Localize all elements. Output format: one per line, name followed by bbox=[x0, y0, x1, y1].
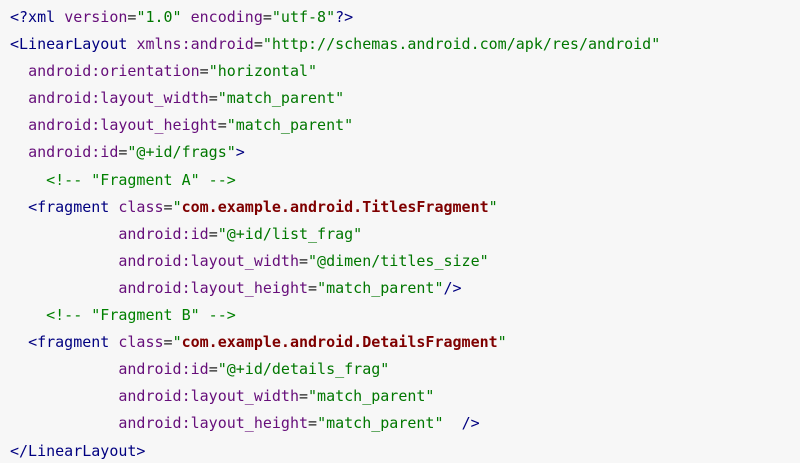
code-token: "match_parent" bbox=[317, 278, 444, 297]
code-token: <fragment bbox=[28, 333, 119, 352]
code-line: <fragment class="com.example.android.Det… bbox=[10, 329, 800, 356]
code-token: " bbox=[497, 333, 507, 352]
code-token: <fragment bbox=[28, 197, 119, 216]
code-token: com.example.android.TitlesFragment bbox=[181, 197, 489, 216]
code-token: = bbox=[217, 116, 227, 135]
code-token: class bbox=[118, 197, 164, 216]
code-token: = bbox=[208, 89, 218, 108]
code-token: "@+id/frags" bbox=[127, 143, 236, 162]
code-token: ?> bbox=[335, 8, 354, 26]
code-token: = bbox=[163, 333, 173, 352]
code-token: "1.0" bbox=[136, 8, 182, 26]
code-token: = bbox=[299, 387, 309, 406]
code-line: </LinearLayout> bbox=[10, 438, 800, 463]
code-token: "@+id/details_frag" bbox=[217, 360, 390, 379]
code-token: " bbox=[172, 333, 182, 352]
code-token: <LinearLayout bbox=[10, 35, 137, 54]
code-token: = bbox=[253, 35, 263, 54]
code-token: android:layout_height bbox=[28, 116, 218, 135]
code-token: <?xml bbox=[10, 8, 65, 26]
code-line: android:id="@+id/frags"> bbox=[10, 139, 800, 166]
code-token: android:layout_height bbox=[118, 278, 309, 297]
code-token: android:id bbox=[118, 224, 209, 243]
code-token: </LinearLayout> bbox=[10, 441, 146, 460]
code-line: android:layout_height="match_parent"/> bbox=[10, 275, 800, 302]
code-line: android:layout_width="match_parent" bbox=[10, 85, 800, 112]
code-line: android:id="@+id/list_frag" bbox=[10, 221, 800, 248]
code-line: android:id="@+id/details_frag" bbox=[10, 356, 800, 383]
code-token: "@dimen/titles_size" bbox=[308, 251, 489, 270]
code-line: <?xml version="1.0" encoding="utf-8"?> bbox=[10, 4, 800, 31]
code-token: = bbox=[262, 8, 272, 26]
code-token: class bbox=[118, 333, 164, 352]
code-token: "match_parent" bbox=[226, 116, 354, 135]
code-token: android:layout_height bbox=[118, 414, 309, 433]
code-token: <!-- "Fragment A" --> bbox=[46, 170, 236, 189]
code-token: "utf-8" bbox=[271, 8, 336, 26]
code-token: android:layout_width bbox=[118, 387, 299, 406]
code-token: = bbox=[308, 278, 318, 297]
code-token: "match_parent" bbox=[308, 387, 435, 406]
code-token: android:layout_width bbox=[118, 251, 299, 270]
code-token: version bbox=[64, 8, 128, 26]
code-token: android:id bbox=[118, 360, 209, 379]
code-token: xmlns:android bbox=[136, 35, 254, 54]
code-line: android:layout_width="match_parent" bbox=[10, 383, 800, 410]
code-token: = bbox=[163, 197, 173, 216]
code-token: android:id bbox=[28, 143, 119, 162]
code-token: "match_parent" bbox=[317, 414, 444, 433]
code-token: "http://schemas.android.com/apk/res/andr… bbox=[262, 35, 661, 54]
code-token: = bbox=[308, 414, 318, 433]
code-token: <!-- "Fragment B" --> bbox=[46, 306, 236, 325]
code-token: /> bbox=[443, 278, 462, 297]
code-token: "match_parent" bbox=[217, 89, 345, 108]
code-line: <!-- "Fragment B" --> bbox=[10, 302, 800, 329]
code-token: > bbox=[235, 143, 245, 162]
code-token: = bbox=[199, 62, 209, 81]
code-line: android:layout_height="match_parent" /> bbox=[10, 410, 800, 437]
code-line: <LinearLayout xmlns:android="http://sche… bbox=[10, 31, 800, 58]
code-token: com.example.android.DetailsFragment bbox=[181, 333, 498, 352]
code-token: android:orientation bbox=[28, 62, 200, 81]
code-line: android:orientation="horizontal" bbox=[10, 58, 800, 85]
code-line: android:layout_height="match_parent" bbox=[10, 112, 800, 139]
code-line: android:layout_width="@dimen/titles_size… bbox=[10, 248, 800, 275]
code-token: = bbox=[208, 224, 218, 243]
code-token: "@+id/list_frag" bbox=[217, 224, 363, 243]
code-token: = bbox=[299, 251, 309, 270]
code-line: <!-- "Fragment A" --> bbox=[10, 167, 800, 194]
code-token: = bbox=[208, 360, 218, 379]
code-token: " bbox=[172, 197, 182, 216]
code-token: android:layout_width bbox=[28, 89, 209, 108]
code-token: "horizontal" bbox=[208, 62, 318, 81]
code-block: <?xml version="1.0" encoding="utf-8"?> <L… bbox=[0, 0, 800, 463]
code-token: encoding bbox=[190, 8, 263, 26]
code-token: " bbox=[488, 197, 498, 216]
code-token: /> bbox=[461, 414, 480, 433]
code-line: <fragment class="com.example.android.Tit… bbox=[10, 194, 800, 221]
